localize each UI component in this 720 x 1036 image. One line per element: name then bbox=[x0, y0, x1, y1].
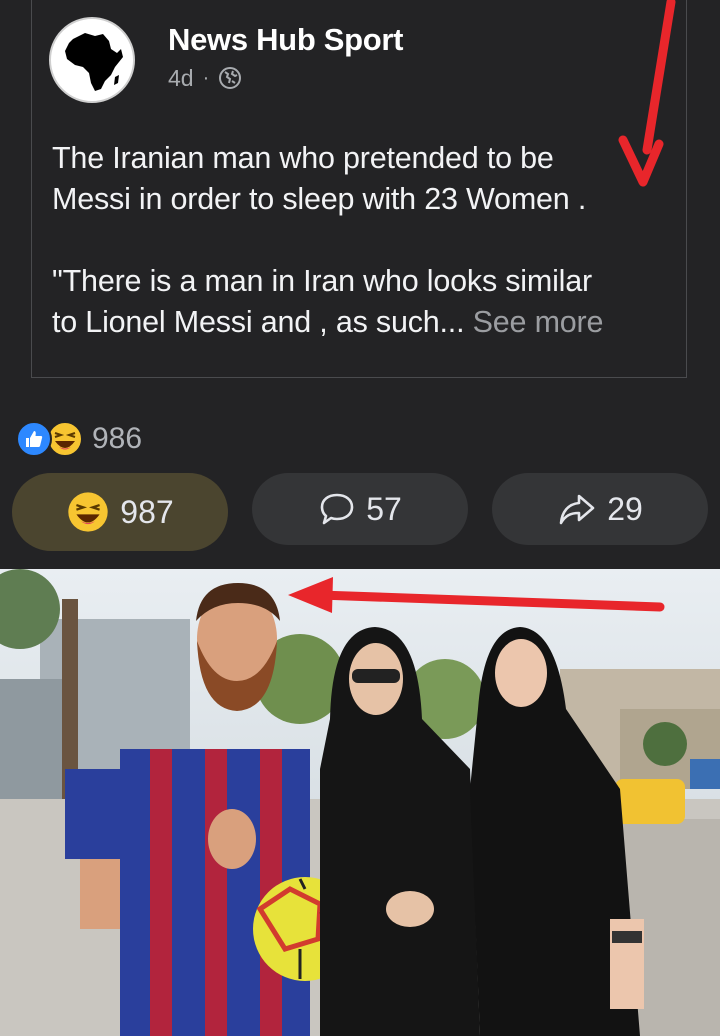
post-text-line: Messi in order to sleep with 23 Women . bbox=[52, 182, 587, 216]
comment-button[interactable]: 57 bbox=[252, 473, 468, 545]
globe-icon bbox=[219, 67, 242, 89]
post-text-line: "There is a man in Iran who looks simila… bbox=[52, 264, 592, 298]
post-photo[interactable] bbox=[0, 569, 720, 1036]
africa-logo-icon bbox=[65, 33, 123, 91]
haha-icon bbox=[68, 492, 108, 532]
post-meta: 4d · bbox=[168, 64, 242, 92]
see-more-link[interactable]: See more bbox=[473, 305, 604, 339]
post-text-line: to Lionel Messi and , as such... See mor… bbox=[52, 302, 682, 343]
react-button[interactable]: 987 bbox=[12, 473, 228, 551]
comment-icon bbox=[320, 493, 354, 525]
react-count: 987 bbox=[120, 493, 174, 530]
comment-count: 57 bbox=[366, 490, 402, 527]
reaction-summary[interactable]: 986 bbox=[16, 420, 142, 458]
facebook-post-screen: News Hub Sport 4d · The Iranian man who … bbox=[0, 0, 720, 1036]
share-count: 29 bbox=[607, 490, 643, 527]
share-button[interactable]: 29 bbox=[492, 473, 708, 545]
share-icon bbox=[559, 494, 595, 525]
like-icon bbox=[16, 421, 52, 457]
red-annotation-arrow bbox=[618, 0, 676, 187]
meta-separator: · bbox=[202, 66, 210, 89]
post-time[interactable]: 4d bbox=[168, 65, 194, 92]
post-text-fragment: to Lionel Messi and , as such... bbox=[52, 305, 465, 339]
post-body-text: The Iranian man who pretended to be Mess… bbox=[52, 138, 682, 343]
reaction-count: 986 bbox=[92, 422, 143, 455]
page-avatar[interactable] bbox=[49, 17, 135, 103]
post-photo-image bbox=[0, 569, 720, 1036]
page-name[interactable]: News Hub Sport bbox=[168, 22, 404, 58]
post-text-line: The Iranian man who pretended to be bbox=[52, 141, 554, 175]
